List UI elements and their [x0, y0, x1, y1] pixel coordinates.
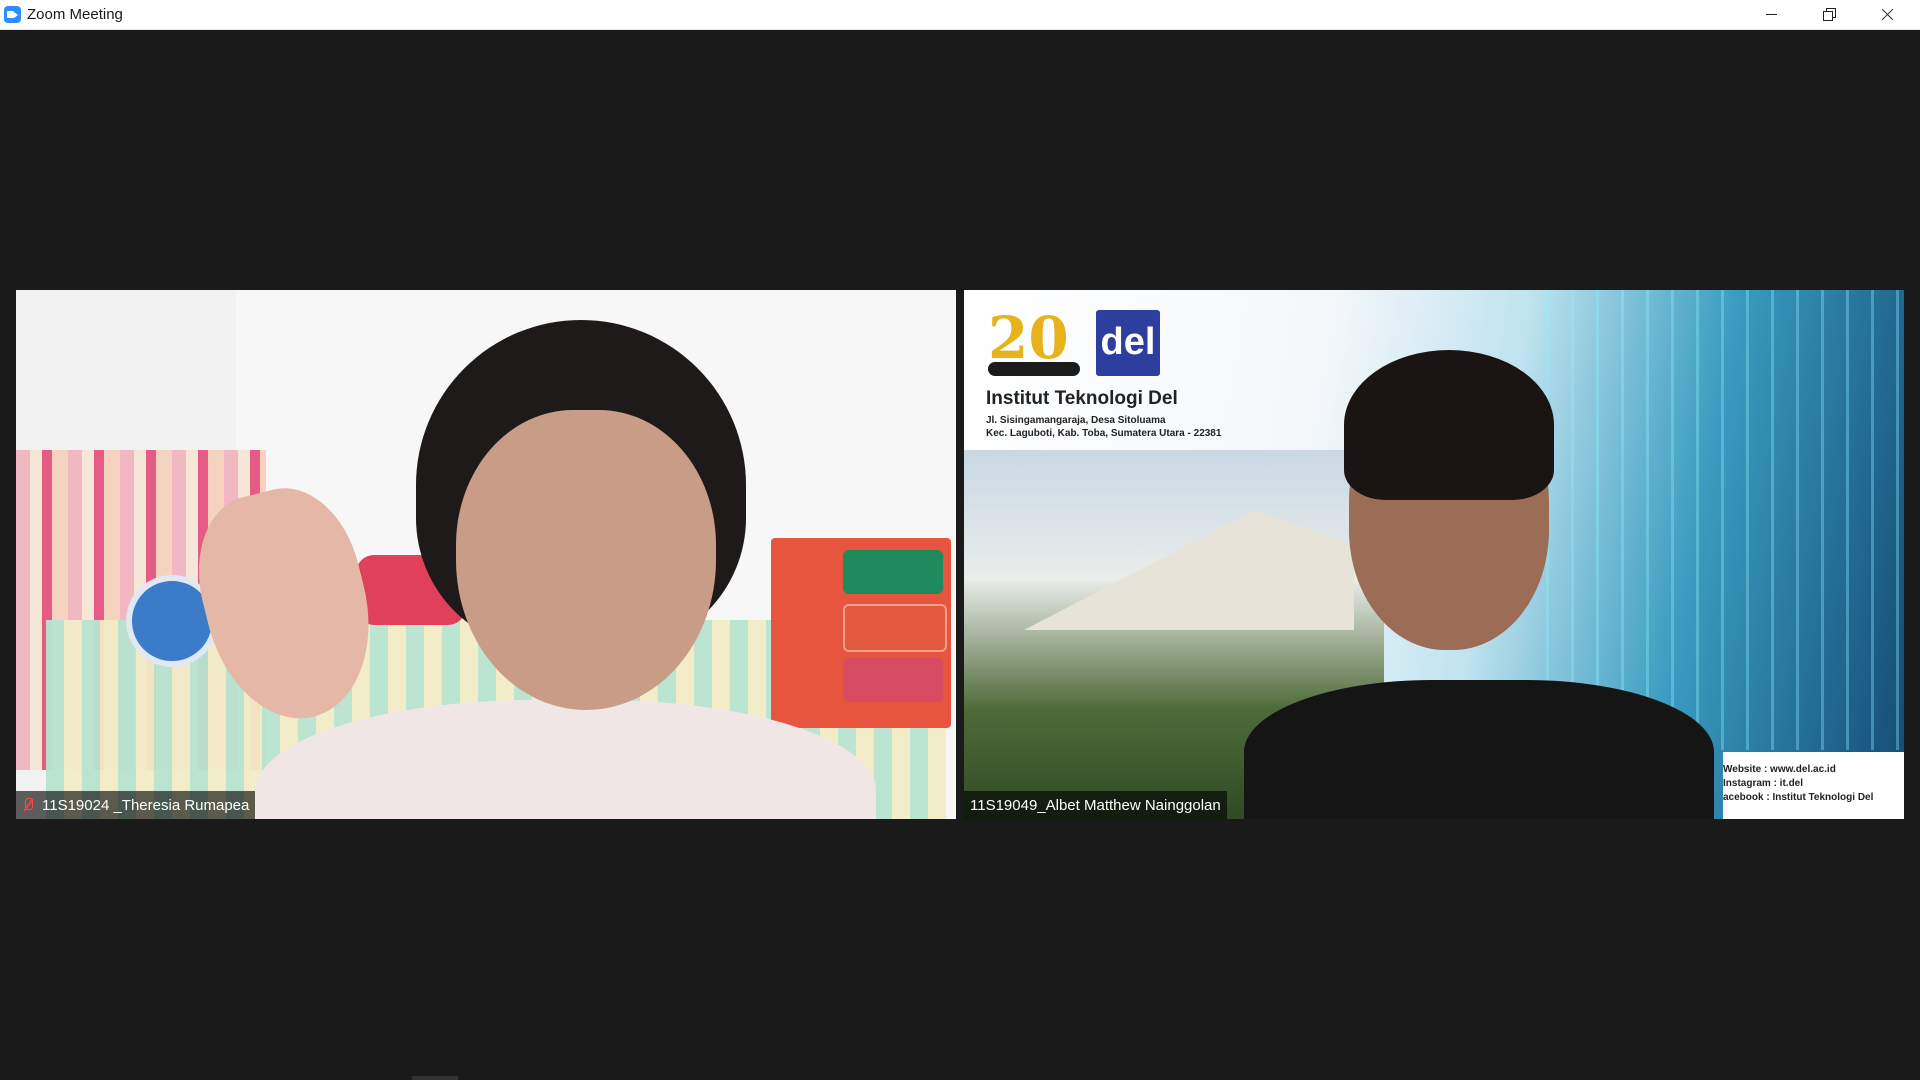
anniversary-number: 20	[988, 304, 1069, 372]
window-title: Zoom Meeting	[27, 6, 123, 23]
building-roof	[1024, 510, 1354, 630]
address-line-1: Jl. Sisingamangaraja, Desa Sitoluama	[986, 415, 1166, 426]
person-hair	[1344, 350, 1554, 500]
anniversary-logo: 20	[988, 304, 1080, 378]
anniversary-ribbon	[988, 362, 1080, 376]
person-face	[456, 410, 716, 710]
microphone-muted-icon	[22, 797, 34, 813]
drawer-row	[843, 550, 943, 594]
minimize-button[interactable]	[1744, 0, 1800, 29]
institution-logo: del	[1096, 310, 1160, 376]
address-line-2: Kec. Laguboti, Kab. Toba, Sumatera Utara…	[986, 428, 1222, 439]
contact-info-box: Website : www.del.ac.id Instagram : it.d…	[1723, 752, 1904, 819]
participant-name: 11S19024 _Theresia Rumapea	[42, 796, 250, 814]
instagram-info: Instagram : it.del	[1723, 778, 1804, 789]
video-tile-participant-2[interactable]: 20 del Institut Teknologi Del Jl. Sising…	[964, 290, 1904, 819]
person-shirt	[1244, 680, 1714, 819]
drawer-row	[843, 658, 943, 702]
participant-name: 11S19049_Albet Matthew Nainggolan	[970, 796, 1221, 814]
website-info: Website : www.del.ac.id	[1723, 764, 1836, 775]
video-tile-participant-1[interactable]: 11S19024 _Theresia Rumapea	[16, 290, 956, 819]
video-drawer	[771, 538, 951, 728]
institution-title: Institut Teknologi Del	[986, 388, 1178, 409]
participant-name-tag: 11S19049_Albet Matthew Nainggolan	[964, 791, 1227, 819]
participant-video-person	[256, 320, 876, 819]
title-bar: Zoom Meeting	[0, 0, 1920, 30]
participant-video-person	[1244, 350, 1744, 819]
zoom-app-icon	[4, 6, 21, 23]
institution-address: Jl. Sisingamangaraja, Desa Sitoluama Kec…	[986, 414, 1221, 440]
scroll-indicator	[412, 1076, 458, 1080]
participant-name-tag: 11S19024 _Theresia Rumapea	[16, 791, 256, 819]
close-button[interactable]	[1860, 0, 1916, 29]
facebook-info: acebook : Institut Teknologi Del	[1723, 792, 1874, 803]
restore-button[interactable]	[1802, 0, 1858, 29]
drawer-row	[843, 604, 947, 652]
